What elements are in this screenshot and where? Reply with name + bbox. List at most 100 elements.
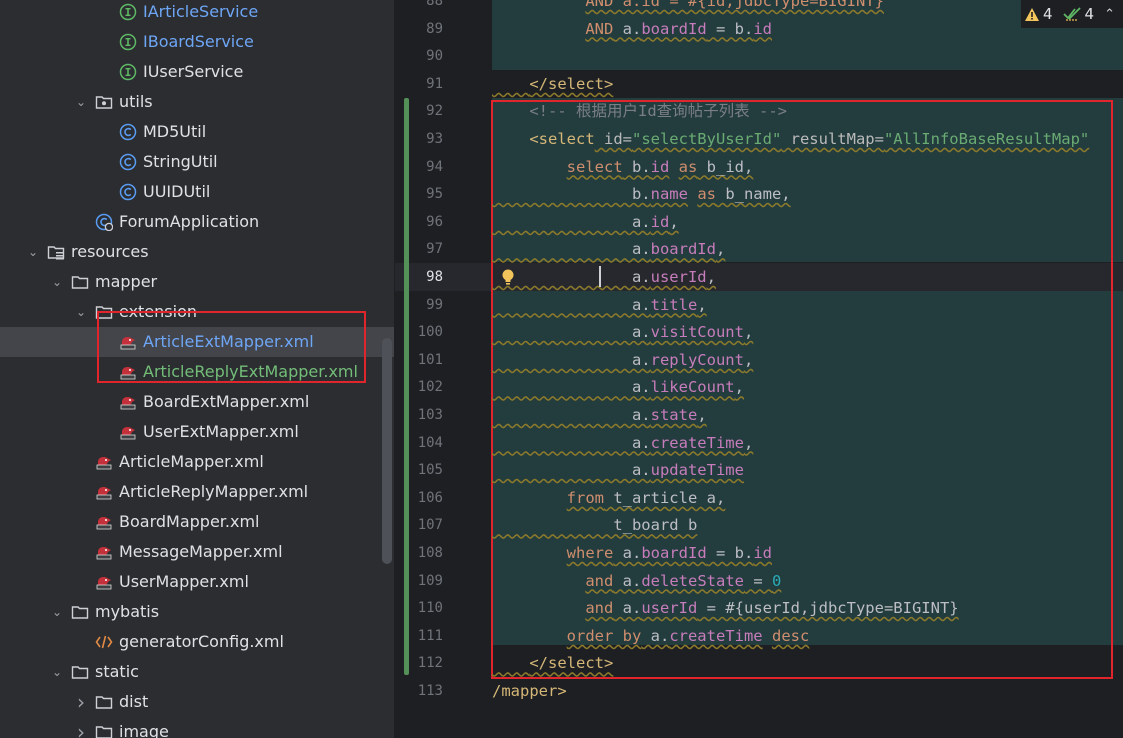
- tree-item[interactable]: IBoardService: [0, 27, 394, 57]
- tree-item[interactable]: IArticleService: [0, 0, 394, 27]
- line-number[interactable]: 91: [395, 71, 490, 99]
- line-number[interactable]: 106: [395, 485, 490, 513]
- tree-item[interactable]: UserMapper.xml: [0, 567, 394, 597]
- code-line[interactable]: /mapper>: [492, 678, 567, 706]
- code-line[interactable]: a.visitCount,: [492, 319, 753, 347]
- line-number[interactable]: 105: [395, 457, 490, 485]
- code-line[interactable]: and a.userId = #{userId,jdbcType=BIGINT}: [492, 595, 958, 623]
- line-number[interactable]: 99: [395, 292, 490, 320]
- code-line[interactable]: select b.id as b_id,: [492, 154, 754, 182]
- code-line[interactable]: t_board b: [492, 512, 697, 540]
- chevron-down-icon[interactable]: ⌄: [26, 237, 40, 267]
- code-line[interactable]: a.createTime,: [492, 430, 753, 458]
- code-line[interactable]: a.state,: [492, 402, 707, 430]
- mybatis-xml-icon: [95, 483, 113, 501]
- line-number[interactable]: 88: [395, 0, 490, 16]
- tree-item[interactable]: ⌄ utils: [0, 87, 394, 117]
- chevron-up-icon[interactable]: ⌃: [1104, 7, 1115, 22]
- chevron-down-icon[interactable]: ⌄: [50, 597, 64, 627]
- tree-item[interactable]: › image: [0, 717, 394, 738]
- code-line[interactable]: order by a.createTime desc: [492, 623, 810, 651]
- tree-item[interactable]: generatorConfig.xml: [0, 627, 394, 657]
- line-number[interactable]: 98: [395, 264, 490, 292]
- code-line[interactable]: a.likeCount,: [492, 374, 744, 402]
- code-line[interactable]: a.title,: [492, 292, 707, 320]
- code-line[interactable]: a.boardId,: [492, 236, 725, 264]
- line-number[interactable]: 109: [395, 568, 490, 596]
- tree-item[interactable]: ArticleMapper.xml: [0, 447, 394, 477]
- chevron-down-icon[interactable]: ⌄: [50, 657, 64, 687]
- line-number[interactable]: 95: [395, 181, 490, 209]
- lightbulb-intention-icon[interactable]: [500, 268, 516, 286]
- line-number[interactable]: 90: [395, 43, 490, 71]
- tree-item[interactable]: ⌄ mapper: [0, 267, 394, 297]
- double-check-icon: [1062, 7, 1081, 21]
- tree-item[interactable]: ForumApplication: [0, 207, 394, 237]
- code-editor[interactable]: 4 4 ⌃ 88 AND a.id = #{id,jdbcType=BIGINT…: [395, 0, 1123, 738]
- line-number[interactable]: 104: [395, 430, 490, 458]
- tree-item[interactable]: BoardMapper.xml: [0, 507, 394, 537]
- code-line[interactable]: <!-- 根据用户Id查询帖子列表 -->: [492, 98, 787, 126]
- code-line[interactable]: </select>: [492, 650, 613, 678]
- tree-item[interactable]: ArticleReplyMapper.xml: [0, 477, 394, 507]
- chevron-right-icon[interactable]: ›: [74, 717, 88, 738]
- folder-icon: [71, 273, 89, 291]
- class-icon: [119, 153, 137, 171]
- line-number[interactable]: 96: [395, 209, 490, 237]
- chevron-down-icon[interactable]: ⌄: [74, 87, 88, 117]
- line-number[interactable]: 97: [395, 236, 490, 264]
- tree-item[interactable]: UserExtMapper.xml: [0, 417, 394, 447]
- warnings-indicator[interactable]: 4: [1025, 5, 1053, 23]
- line-number[interactable]: 112: [395, 650, 490, 678]
- weak-warnings-count: 4: [1084, 5, 1095, 23]
- weak-warnings-indicator[interactable]: 4: [1062, 5, 1095, 23]
- line-number[interactable]: 101: [395, 347, 490, 375]
- code-line[interactable]: </select>: [492, 71, 613, 99]
- code-line[interactable]: a.replyCount,: [492, 347, 753, 375]
- tree-item[interactable]: MessageMapper.xml: [0, 537, 394, 567]
- chevron-down-icon[interactable]: ⌄: [50, 267, 64, 297]
- folder-icon: [71, 603, 89, 621]
- code-line[interactable]: <select id="selectByUserId" resultMap="A…: [492, 126, 1089, 154]
- tree-item[interactable]: MD5Util: [0, 117, 394, 147]
- line-number[interactable]: 92: [395, 98, 490, 126]
- tree-item-label: UserExtMapper.xml: [143, 422, 299, 441]
- code-line[interactable]: and a.deleteState = 0: [492, 568, 781, 596]
- tree-item-label: UserMapper.xml: [119, 572, 249, 591]
- line-number[interactable]: 102: [395, 374, 490, 402]
- tree-item[interactable]: BoardExtMapper.xml: [0, 387, 394, 417]
- code-line[interactable]: b.name as b_name,: [492, 181, 791, 209]
- line-number[interactable]: 89: [395, 16, 490, 44]
- code-line[interactable]: AND a.boardId = b.id: [492, 16, 772, 44]
- tree-item-label: ForumApplication: [119, 212, 260, 231]
- code-line[interactable]: AND a.id = #{id,jdbcType=BIGINT}: [492, 0, 884, 16]
- line-number[interactable]: 108: [395, 540, 490, 568]
- line-number[interactable]: 94: [395, 154, 490, 182]
- tree-item[interactable]: UUIDUtil: [0, 177, 394, 207]
- tree-item[interactable]: StringUtil: [0, 147, 394, 177]
- code-line[interactable]: a.id,: [492, 209, 679, 237]
- tree-item[interactable]: ⌄ mybatis: [0, 597, 394, 627]
- tree-item[interactable]: ⌄ resources: [0, 237, 394, 267]
- tree-scrollbar[interactable]: [382, 338, 392, 564]
- line-number[interactable]: 100: [395, 319, 490, 347]
- tree-item-label: IUserService: [143, 62, 244, 81]
- tree-item[interactable]: ⌄ static: [0, 657, 394, 687]
- code-line[interactable]: a.updateTime: [492, 457, 744, 485]
- tree-item[interactable]: IUserService: [0, 57, 394, 87]
- code-line[interactable]: from t_article a,: [492, 485, 726, 513]
- line-number[interactable]: 111: [395, 623, 490, 651]
- code-line[interactable]: a.userId,: [492, 264, 716, 292]
- line-number[interactable]: 110: [395, 595, 490, 623]
- line-number[interactable]: 93: [395, 126, 490, 154]
- chevron-right-icon[interactable]: ›: [74, 687, 88, 717]
- line-number[interactable]: 103: [395, 402, 490, 430]
- tree-item[interactable]: › dist: [0, 687, 394, 717]
- folder-icon: [71, 663, 89, 681]
- chevron-down-icon[interactable]: ⌄: [74, 297, 88, 327]
- line-number[interactable]: 107: [395, 512, 490, 540]
- line-number[interactable]: 113: [395, 678, 490, 706]
- interface-icon: [119, 3, 137, 21]
- code-line[interactable]: where a.boardId = b.id: [492, 540, 772, 568]
- inspection-widget[interactable]: 4 4 ⌃: [1021, 0, 1123, 28]
